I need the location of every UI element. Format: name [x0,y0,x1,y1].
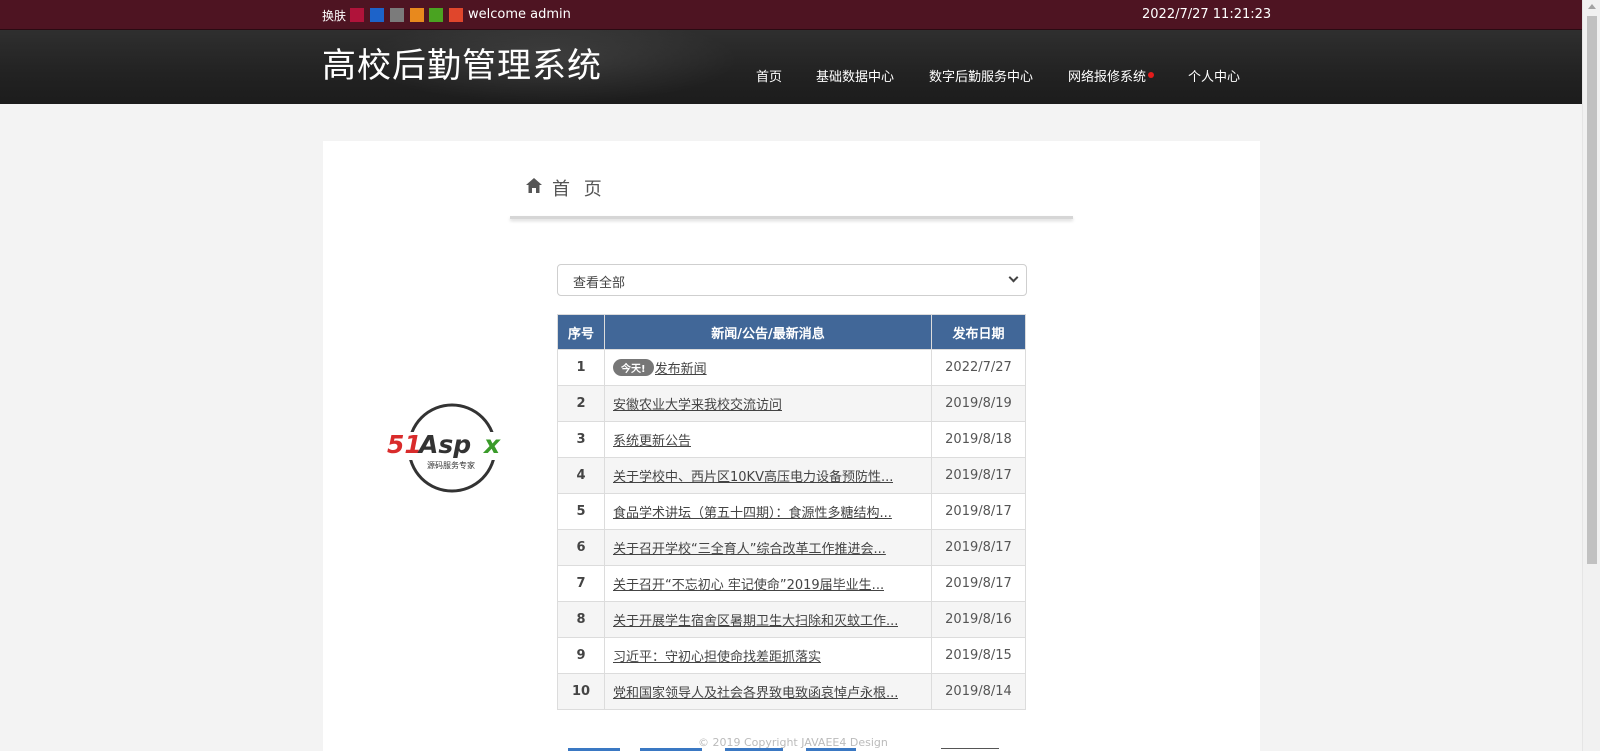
news-link[interactable]: 安徽农业大学来我校交流访问 [613,394,782,413]
news-link[interactable]: 习近平：守初心担使命找差距抓落实 [613,646,821,665]
skin-swatch-4[interactable] [410,8,424,22]
scroll-up-arrow-icon[interactable] [1588,4,1596,9]
row-no: 2 [557,385,605,422]
col-title: 新闻/公告/最新消息 [604,314,932,350]
logo-tagline: 源码服务专家 [427,460,475,470]
top-bar: 换肤 welcome admin 2022/7/27 11:21:23 [0,0,1582,30]
skin-swatch-1[interactable] [350,8,364,22]
datetime: 2022/7/27 11:21:23 [1142,7,1272,22]
news-link[interactable]: 发布新闻 [655,358,707,377]
table-row: 10 党和国家领导人及社会各界致电致函哀悼卢永根... 2019/8/14 [557,673,1026,710]
col-date: 发布日期 [931,314,1026,350]
table-row: 2 安徽农业大学来我校交流访问 2019/8/19 [557,385,1026,422]
logo-brand-aspx: Asp [417,430,471,459]
site-header: 高校后勤管理系统 首页 基础数据中心 数字后勤服务中心 网络报修系统 个人中心 [0,30,1582,104]
nav-basic-data[interactable]: 基础数据中心 [816,66,894,85]
table-row: 4 关于学校中、西片区10KV高压电力设备预防性... 2019/8/17 [557,457,1026,494]
table-header-row: 序号 新闻/公告/最新消息 发布日期 [557,314,1026,350]
home-icon [526,178,542,193]
site-title: 高校后勤管理系统 [322,46,602,86]
logo-brand-x: x [482,430,501,459]
today-badge: 今天! [613,359,654,376]
row-date: 2019/8/17 [931,565,1026,602]
news-link[interactable]: 系统更新公告 [613,430,691,449]
nav-repair-system[interactable]: 网络报修系统 [1068,66,1146,85]
table-row: 5 食品学术讲坛（第五十四期）：食源性多糖结构... 2019/8/17 [557,493,1026,530]
row-date: 2019/8/19 [931,385,1026,422]
nav-digital-service[interactable]: 数字后勤服务中心 [929,66,1033,85]
news-link[interactable]: 关于召开学校“三全育人”综合改革工作推进会... [613,538,886,557]
row-date: 2019/8/15 [931,637,1026,674]
row-no: 1 [557,349,605,386]
news-table: 序号 新闻/公告/最新消息 发布日期 1 今天! 发布新闻 2022/7/27 2… [557,314,1026,710]
skin-label: 换肤 [322,9,347,23]
breadcrumb-label: 首 页 [552,179,606,200]
table-row: 9 习近平：守初心担使命找差距抓落实 2019/8/15 [557,637,1026,674]
row-date: 2019/8/18 [931,421,1026,458]
col-no: 序号 [557,314,605,350]
news-link[interactable]: 党和国家领导人及社会各界致电致函哀悼卢永根... [613,682,898,701]
table-row: 7 关于召开“不忘初心 牢记使命”2019届毕业生... 2019/8/17 [557,565,1026,602]
row-date: 2022/7/27 [931,349,1026,386]
table-row: 6 关于召开学校“三全育人”综合改革工作推进会... 2019/8/17 [557,529,1026,566]
nav-home[interactable]: 首页 [756,66,782,85]
row-no: 8 [557,601,605,638]
table-row: 1 今天! 发布新闻 2022/7/27 [557,349,1026,386]
breadcrumb-divider [510,216,1073,219]
scrollbar[interactable] [1582,0,1600,751]
news-link[interactable]: 关于召开“不忘初心 牢记使命”2019届毕业生... [613,574,884,593]
row-no: 4 [557,457,605,494]
skin-swatch-6[interactable] [449,8,463,22]
logo-brand-51: 51 [387,430,422,459]
news-link[interactable]: 关于学校中、西片区10KV高压电力设备预防性... [613,466,893,485]
row-date: 2019/8/17 [931,529,1026,566]
notification-dot [1148,72,1154,78]
chevron-down-icon [1008,272,1019,283]
row-no: 3 [557,421,605,458]
news-link[interactable]: 关于开展学生宿舍区暑期卫生大扫除和灭蚊工作... [613,610,898,629]
skin-swatch-2[interactable] [370,8,384,22]
brand-logo: 51 Asp x 源码服务专家 [384,403,514,493]
news-filter-select[interactable]: 查看全部 [557,264,1027,296]
row-no: 6 [557,529,605,566]
nav-personal-center[interactable]: 个人中心 [1188,66,1240,85]
news-link[interactable]: 食品学术讲坛（第五十四期）：食源性多糖结构... [613,502,892,521]
skin-swatch-5[interactable] [429,8,443,22]
row-date: 2019/8/16 [931,601,1026,638]
row-no: 10 [557,673,605,710]
scroll-thumb[interactable] [1587,16,1597,564]
table-row: 3 系统更新公告 2019/8/18 [557,421,1026,458]
row-no: 7 [557,565,605,602]
row-no: 5 [557,493,605,530]
welcome-text: welcome admin [468,7,571,22]
skin-swatch-3[interactable] [390,8,404,22]
news-filter-value: 查看全部 [573,276,626,291]
row-no: 9 [557,637,605,674]
row-date: 2019/8/14 [931,673,1026,710]
row-date: 2019/8/17 [931,493,1026,530]
row-date: 2019/8/17 [931,457,1026,494]
table-row: 8 关于开展学生宿舍区暑期卫生大扫除和灭蚊工作... 2019/8/16 [557,601,1026,638]
